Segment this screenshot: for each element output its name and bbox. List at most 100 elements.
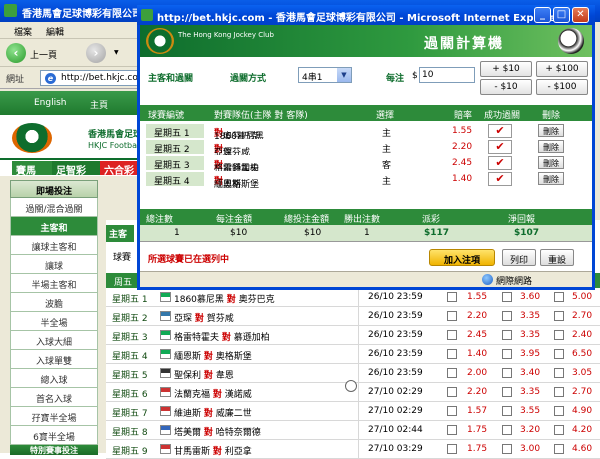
sidebar-item[interactable]: 波膽 <box>10 293 98 312</box>
draw-odds: 3.55 <box>520 406 541 416</box>
dropdown-arrow-icon[interactable]: ▼ <box>114 49 119 56</box>
sidebar-item[interactable]: 入球大細 <box>10 331 98 350</box>
minimize-icon[interactable]: _ <box>534 7 551 23</box>
home-checkbox[interactable] <box>447 349 457 359</box>
sidebar-item[interactable]: 6寶半全場 <box>10 426 98 445</box>
back-arrow-icon[interactable]: ‹ <box>6 43 26 63</box>
delete-button[interactable]: 刪除 <box>538 156 564 169</box>
tab-football[interactable]: 足智彩 <box>52 161 100 177</box>
win-checkbox[interactable]: ✔ <box>488 172 512 186</box>
home-checkbox[interactable] <box>447 387 457 397</box>
plus-10-button[interactable]: + $10 <box>480 61 532 77</box>
delete-button[interactable]: 刪除 <box>538 172 564 185</box>
sidebar-item[interactable]: 半全場 <box>10 312 98 331</box>
add-to-slip-button[interactable]: 加入注項 <box>429 249 495 266</box>
menu-edit[interactable]: 編輯 <box>46 28 64 38</box>
mode-select[interactable]: 4串1 ▼ <box>298 67 352 83</box>
vs-label: 對 <box>203 428 213 438</box>
draw-odds: 3.35 <box>520 387 541 397</box>
away-checkbox[interactable] <box>554 368 564 378</box>
win-checkbox[interactable]: ✔ <box>488 140 512 154</box>
forward-arrow-icon[interactable]: › <box>86 43 106 63</box>
selection-teams: 1860慕尼黑 對 奧芬巴克 <box>214 126 264 142</box>
stake-value: 10 <box>422 70 434 80</box>
home-checkbox[interactable] <box>447 406 457 416</box>
sidebar-item[interactable]: 入球單雙 <box>10 350 98 369</box>
home-checkbox[interactable] <box>447 311 457 321</box>
draw-odds: 3.95 <box>520 349 541 359</box>
print-button[interactable]: 列印 <box>502 249 536 266</box>
away-checkbox[interactable] <box>554 406 564 416</box>
draw-checkbox[interactable] <box>502 387 512 397</box>
away-checkbox[interactable] <box>554 425 564 435</box>
draw-checkbox[interactable] <box>502 311 512 321</box>
draw-checkbox[interactable] <box>502 368 512 378</box>
home-team: 甘馬雷斯 <box>174 447 211 457</box>
win-checkbox[interactable]: ✔ <box>488 124 512 138</box>
minus-10-button[interactable]: - $10 <box>480 79 532 95</box>
draw-checkbox[interactable] <box>502 406 512 416</box>
sum-total: $10 <box>304 228 322 238</box>
home-checkbox[interactable] <box>447 292 457 302</box>
selection-row: 星期五 1 1860慕尼黑 對 奧芬巴克 主 1.55 ✔ 刪除 <box>140 123 592 142</box>
home-odds: 1.57 <box>467 406 488 416</box>
selection-pick: 主 <box>382 129 392 139</box>
tab-marksix[interactable]: 六合彩 <box>100 161 140 177</box>
tab-racing[interactable]: 賽馬 <box>12 161 52 177</box>
pool-type-tab[interactable]: 主客 <box>106 225 134 242</box>
address-input[interactable]: e http://bet.hkjc.com/ <box>40 70 138 86</box>
delete-button[interactable]: 刪除 <box>538 124 564 137</box>
match-header-day: 周五 <box>114 278 133 288</box>
selection-teams: 緬恩斯 對 奧格斯堡 <box>214 174 259 190</box>
sidebar-item[interactable]: 孖寶半全場 <box>10 407 98 426</box>
match-number: 星期五 2 <box>112 314 148 324</box>
draw-checkbox[interactable] <box>502 425 512 435</box>
stake-input[interactable]: 10 <box>419 67 475 83</box>
home-odds: 2.45 <box>467 330 488 340</box>
sidebar-item[interactable]: 主客和 <box>10 217 98 236</box>
menu-file[interactable]: 檔案 <box>14 28 32 38</box>
maximize-icon[interactable]: □ <box>553 7 570 23</box>
away-checkbox[interactable] <box>554 311 564 321</box>
sidebar-item[interactable]: 首名入球 <box>10 388 98 407</box>
match-number: 星期五 9 <box>112 447 148 457</box>
draw-checkbox[interactable] <box>502 292 512 302</box>
nav-home[interactable]: 主頁 <box>90 98 108 111</box>
away-team: 奧格斯堡 <box>215 352 252 362</box>
nav-english[interactable]: English <box>34 98 67 108</box>
selection-table-header: 球賽編號 對賽隊伍(主隊 對 客隊) 選擇 賠率 成功過關 刪除 <box>140 105 592 121</box>
cell-divider <box>358 288 359 306</box>
sidebar-item[interactable]: 過關/混合過關 <box>10 198 98 217</box>
win-checkbox[interactable]: ✔ <box>488 156 512 170</box>
kickoff-time: 27/10 02:29 <box>368 387 423 397</box>
close-icon[interactable]: ✕ <box>572 7 589 23</box>
pool-label: 主客和過關 <box>148 74 194 84</box>
delete-button[interactable]: 刪除 <box>538 140 564 153</box>
minus-100-button[interactable]: - $100 <box>536 79 588 95</box>
sidebar-item[interactable]: 總入球 <box>10 369 98 388</box>
draw-checkbox[interactable] <box>502 349 512 359</box>
away-checkbox[interactable] <box>554 349 564 359</box>
sidebar-item[interactable]: 半場主客和 <box>10 274 98 293</box>
away-checkbox[interactable] <box>554 330 564 340</box>
sidebar-item[interactable]: 讓球 <box>10 255 98 274</box>
back-label[interactable]: 上一頁 <box>30 48 57 61</box>
away-checkbox[interactable] <box>554 292 564 302</box>
reset-button[interactable]: 重設 <box>540 249 574 266</box>
sidebar-footer[interactable]: 特別賽事投注 <box>10 445 98 455</box>
draw-checkbox[interactable] <box>502 330 512 340</box>
home-checkbox[interactable] <box>447 368 457 378</box>
selection-teams: 亞琛 對 賀芬咸 <box>214 142 250 158</box>
hkjc-app-icon <box>141 9 153 21</box>
chevron-down-icon[interactable]: ▼ <box>337 68 351 82</box>
away-checkbox[interactable] <box>554 387 564 397</box>
match-number: 星期五 1 <box>112 295 148 305</box>
table-row: 星期五 9 甘馬雷斯 對 利亞拿 27/10 03:29 1.75 3.00 4.60 <box>106 440 600 459</box>
home-checkbox[interactable] <box>447 425 457 435</box>
home-team: 緬恩斯 <box>174 352 202 362</box>
away-odds: 4.90 <box>572 406 593 416</box>
home-checkbox[interactable] <box>447 330 457 340</box>
home-odds: 2.20 <box>467 311 488 321</box>
sidebar-item[interactable]: 讓球主客和 <box>10 236 98 255</box>
plus-100-button[interactable]: + $100 <box>536 61 588 77</box>
